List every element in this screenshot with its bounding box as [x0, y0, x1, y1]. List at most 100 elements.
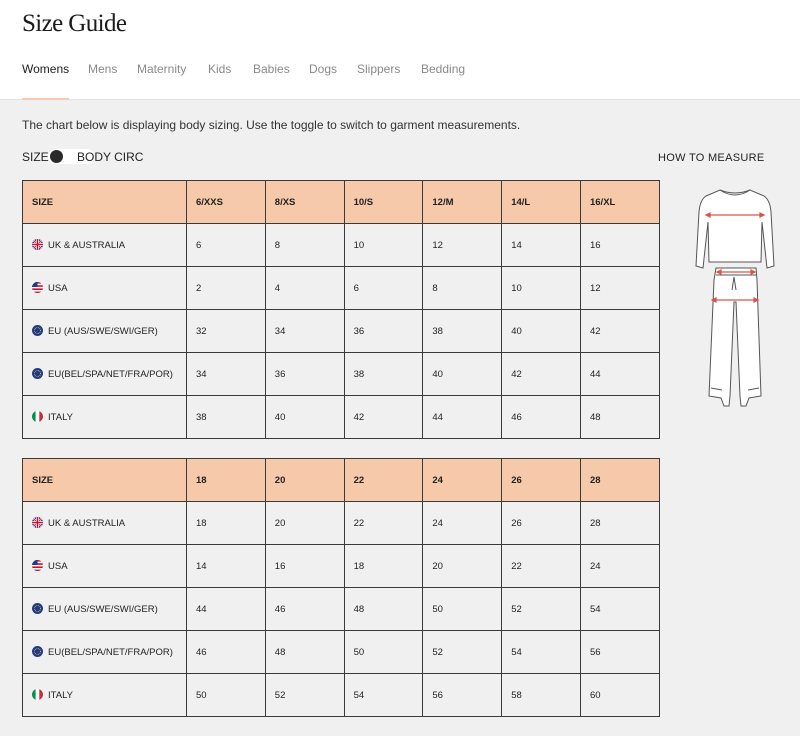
size-value-cell: 14	[501, 223, 581, 267]
size-header-10-s: 10/S	[343, 180, 424, 224]
region-cell: EU (AUS/SWE/SWI/GER)	[22, 309, 187, 353]
region-label: USA	[48, 561, 68, 572]
size-value-cell: 52	[501, 587, 581, 631]
size-value-cell: 18	[186, 501, 266, 545]
size-value-cell: 40	[264, 395, 345, 439]
size-value-cell: 54	[343, 673, 424, 717]
region-label: EU(BEL/SPA/NET/FRA/POR)	[48, 369, 173, 380]
region-cell: EU (AUS/SWE/SWI/GER)	[22, 587, 187, 631]
table-row: UK & AUSTRALIA 6 8 10 12 14 16	[22, 223, 660, 267]
size-value-cell: 16	[579, 223, 660, 267]
size-header-28: 28	[579, 458, 660, 502]
size-value-cell: 40	[501, 309, 581, 353]
pajama-outline-icon	[695, 189, 775, 407]
page-title: Size Guide	[22, 10, 127, 37]
region-label: EU(BEL/SPA/NET/FRA/POR)	[48, 647, 173, 658]
table-row: UK & AUSTRALIA 18 20 22 24 26 28	[22, 501, 660, 545]
table-row: ITALY 38 40 42 44 46 48	[22, 395, 660, 439]
eu-flag-icon	[32, 368, 43, 379]
tab-dogs[interactable]: Dogs	[309, 62, 337, 99]
region-label: USA	[48, 283, 68, 294]
size-value-cell: 54	[579, 587, 660, 631]
size-header-22: 22	[343, 458, 424, 502]
size-value-cell: 52	[264, 673, 345, 717]
modal-header: Size Guide Womens Mens Maternity Kids Ba…	[0, 0, 800, 100]
size-table-header-row: SIZE 18 20 22 24 26 28	[22, 458, 660, 502]
size-value-cell: 50	[186, 673, 266, 717]
size-header-16-xl: 16/XL	[579, 180, 660, 224]
size-value-cell: 38	[422, 309, 503, 353]
size-value-cell: 24	[422, 501, 503, 545]
size-header-12-m: 12/M	[422, 180, 503, 224]
tab-bedding[interactable]: Bedding	[421, 62, 465, 99]
size-value-cell: 26	[501, 501, 581, 545]
us-flag-icon	[32, 282, 43, 293]
tab-babies[interactable]: Babies	[253, 62, 290, 99]
size-header-6-xxs: 6/XXS	[186, 180, 266, 224]
region-cell: EU(BEL/SPA/NET/FRA/POR)	[22, 352, 187, 396]
size-value-cell: 40	[422, 352, 503, 396]
table-row: USA 14 16 18 20 22 24	[22, 544, 660, 588]
size-value-cell: 52	[422, 630, 503, 674]
region-label: ITALY	[48, 412, 73, 423]
size-value-cell: 22	[501, 544, 581, 588]
us-flag-icon	[32, 560, 43, 571]
tab-mens[interactable]: Mens	[88, 62, 117, 99]
size-header-8-xs: 8/XS	[264, 180, 345, 224]
region-cell: EU(BEL/SPA/NET/FRA/POR)	[22, 630, 187, 674]
region-cell: UK & AUSTRALIA	[22, 501, 187, 545]
region-cell: USA	[22, 266, 187, 310]
size-value-cell: 46	[186, 630, 266, 674]
region-label: EU (AUS/SWE/SWI/GER)	[48, 326, 158, 337]
size-value-cell: 48	[579, 395, 660, 439]
size-value-cell: 24	[579, 544, 660, 588]
size-value-cell: 20	[422, 544, 503, 588]
toggle-knob	[50, 150, 63, 163]
region-label: UK & AUSTRALIA	[48, 518, 126, 529]
tab-womens[interactable]: Womens	[22, 62, 70, 100]
size-value-cell: 60	[579, 673, 660, 717]
tab-maternity[interactable]: Maternity	[137, 62, 186, 99]
size-value-cell: 48	[343, 587, 424, 631]
size-value-cell: 34	[264, 309, 345, 353]
size-value-cell: 20	[264, 501, 345, 545]
size-header-26: 26	[501, 458, 581, 502]
size-value-cell: 2	[186, 266, 266, 310]
region-cell: UK & AUSTRALIA	[22, 223, 187, 267]
size-value-cell: 22	[343, 501, 424, 545]
eu-flag-icon	[32, 646, 43, 657]
size-table-header-row: SIZE 6/XXS 8/XS 10/S 12/M 14/L 16/XL	[22, 180, 660, 224]
italy-flag-icon	[32, 411, 43, 422]
size-value-cell: 4	[264, 266, 345, 310]
region-label: UK & AUSTRALIA	[48, 240, 126, 251]
size-value-cell: 12	[422, 223, 503, 267]
size-value-cell: 34	[186, 352, 266, 396]
size-value-cell: 50	[422, 587, 503, 631]
table-row: EU(BEL/SPA/NET/FRA/POR) 46 48 50 52 54 56	[22, 630, 660, 674]
size-value-cell: 28	[579, 501, 660, 545]
tab-kids[interactable]: Kids	[208, 62, 231, 99]
size-column-header: SIZE	[22, 458, 187, 502]
size-value-cell: 42	[501, 352, 581, 396]
size-value-cell: 46	[501, 395, 581, 439]
size-value-cell: 54	[501, 630, 581, 674]
italy-flag-icon	[32, 689, 43, 700]
region-label: ITALY	[48, 690, 73, 701]
size-value-cell: 32	[186, 309, 266, 353]
region-cell: USA	[22, 544, 187, 588]
table-row: USA 2 4 6 8 10 12	[22, 266, 660, 310]
size-value-cell: 42	[343, 395, 424, 439]
size-header-20: 20	[264, 458, 345, 502]
size-value-cell: 42	[579, 309, 660, 353]
eu-flag-icon	[32, 603, 43, 614]
size-value-cell: 58	[501, 673, 581, 717]
size-value-cell: 6	[343, 266, 424, 310]
region-label: EU (AUS/SWE/SWI/GER)	[48, 604, 158, 615]
size-value-cell: 56	[422, 673, 503, 717]
tab-slippers[interactable]: Slippers	[357, 62, 400, 99]
size-value-cell: 10	[501, 266, 581, 310]
size-value-cell: 44	[422, 395, 503, 439]
uk-flag-icon	[32, 239, 43, 250]
size-value-cell: 56	[579, 630, 660, 674]
size-value-cell: 48	[264, 630, 345, 674]
